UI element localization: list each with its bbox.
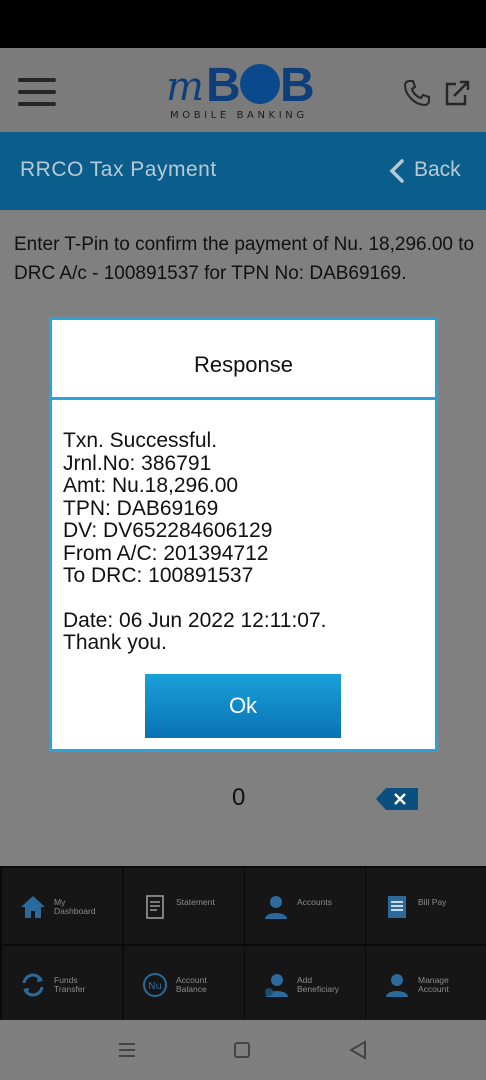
add-beneficiary-icon: [265, 974, 288, 997]
nav-label: My Dashboard: [54, 897, 96, 916]
response-line: From A/C: 201394712: [63, 541, 269, 565]
response-dialog: Response Txn. Successful. Jrnl.No: 38679…: [49, 317, 438, 752]
bill-pay-icon: [388, 896, 406, 918]
chevron-left-icon: [389, 159, 404, 183]
share-icon[interactable]: [442, 78, 472, 108]
dialog-body: Txn. Successful. Jrnl.No: 386791 Amt: Nu…: [63, 429, 428, 655]
bottom-nav: My Dashboard Statement Accounts Bill Pay…: [0, 866, 486, 1022]
svg-text:Nu: Nu: [148, 981, 162, 992]
mbob-logo: m B B MOBILE BANKING: [166, 59, 315, 121]
response-line: Amt: Nu.18,296.00: [63, 474, 239, 497]
nav-my-dashboard[interactable]: My Dashboard: [2, 868, 122, 944]
recent-apps-icon[interactable]: [118, 1042, 136, 1058]
nav-add-beneficiary[interactable]: Add Beneficiary: [245, 946, 365, 1022]
nav-label: Add Beneficiary: [297, 975, 340, 994]
confirm-message: Enter T-Pin to confirm the payment of Nu…: [14, 234, 475, 284]
nav-accounts[interactable]: Accounts: [245, 868, 365, 944]
nav-label: Manage Account: [418, 975, 449, 994]
nav-manage-account[interactable]: Manage Account: [366, 946, 486, 1022]
response-thanks: Thank you.: [63, 631, 167, 654]
statement-icon: [146, 895, 164, 919]
dialog-header: Response: [52, 320, 435, 400]
nav-funds-transfer[interactable]: Funds Transfer: [2, 946, 122, 1022]
back-label: Back: [414, 158, 461, 181]
nav-bill-pay[interactable]: Bill Pay: [366, 868, 486, 944]
app-header: m B B MOBILE BANKING: [0, 48, 486, 132]
nav-statement[interactable]: Statement: [124, 868, 244, 944]
phone-icon[interactable]: [402, 78, 432, 108]
title-bar: RRCO Tax Payment Back: [0, 132, 486, 210]
ok-label: Ok: [228, 693, 258, 718]
response-line: To DRC: 100891537: [63, 564, 254, 587]
backspace-icon[interactable]: [376, 788, 418, 810]
back-button[interactable]: Back: [386, 154, 476, 188]
response-line: Jrnl.No: 386791: [63, 451, 212, 475]
ok-button[interactable]: Ok: [145, 674, 341, 738]
response-line: Txn. Successful.: [63, 429, 218, 452]
nav-label: Account Balance: [176, 975, 207, 994]
home-icon: [21, 896, 45, 918]
response-line: DV: DV652284606129: [63, 519, 273, 542]
funds-transfer-icon: [22, 973, 44, 997]
nav-account-balance[interactable]: Nu Account Balance: [124, 946, 244, 1022]
nav-label: Accounts: [297, 897, 332, 907]
menu-icon[interactable]: [18, 78, 56, 106]
account-balance-icon: Nu: [143, 973, 167, 997]
response-line: TPN: DAB69169: [63, 496, 219, 520]
system-nav-bar: [0, 1020, 486, 1080]
response-date: Date: 06 Jun 2022 12:11:07.: [63, 608, 327, 632]
accounts-icon: [265, 896, 287, 919]
pin-input-value[interactable]: 0: [232, 784, 245, 812]
nav-label: Funds Transfer: [54, 975, 86, 994]
back-triangle-icon[interactable]: [348, 1040, 368, 1060]
nav-label: Bill Pay: [418, 897, 447, 907]
dialog-title: Response: [193, 352, 294, 377]
logo-subtitle: MOBILE BANKING: [170, 110, 308, 121]
page-title: RRCO Tax Payment: [20, 158, 217, 181]
home-button-icon[interactable]: [234, 1042, 250, 1058]
status-bar: [0, 0, 486, 48]
nav-label: Statement: [176, 897, 215, 907]
manage-account-icon: [386, 974, 408, 997]
